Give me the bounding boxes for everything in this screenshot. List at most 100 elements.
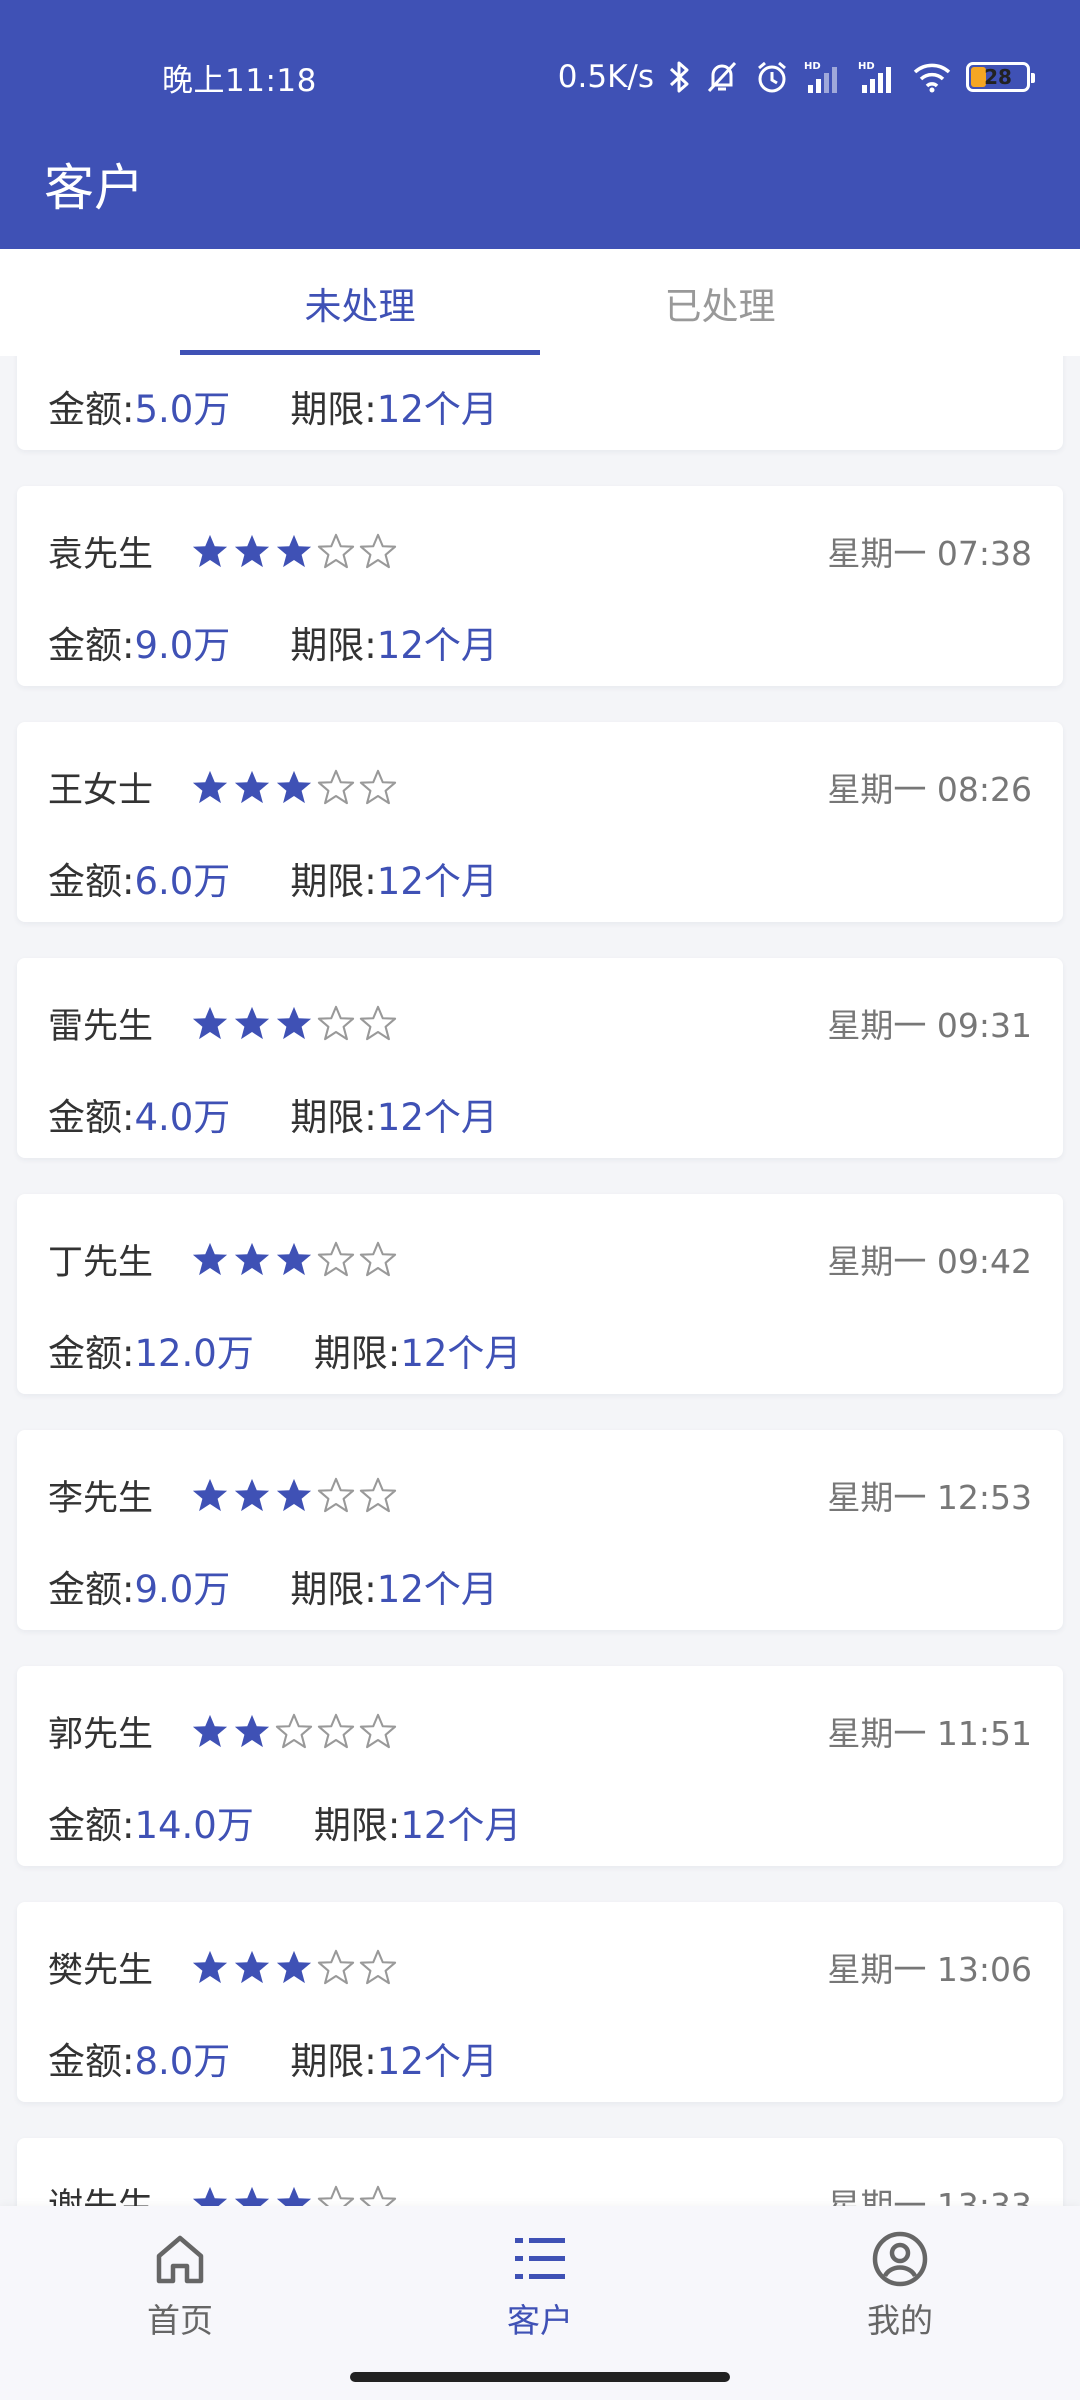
customer-detail-row: 金额: 9.0万 期限: 12个月 [48,614,1032,670]
term-label: 期限: [290,1096,377,1139]
status-icons: 0.5K/s HD HD 28 [557,55,1035,99]
nav-customers[interactable]: 客户 [440,2230,640,2360]
term-label: 期限: [313,1332,401,1375]
star-filled-icon [189,1002,231,1044]
term-value: 12个月 [376,1568,498,1611]
term-value: 12个月 [376,860,498,903]
star-empty-icon [357,1238,399,1280]
star-filled-icon [231,1710,273,1752]
star-empty-icon [357,1002,399,1044]
customer-detail-row: 金额: 4.0万 期限: 12个月 [48,1086,1032,1142]
battery-level: 28 [984,65,1012,89]
customer-card[interactable]: 袁先生 星期一 07:38 金额: 9.0万 期限: 12个月 [17,486,1063,686]
customer-detail-row: 金额: 12.0万 期限: 12个月 [48,1322,1032,1378]
mute-icon [704,59,740,95]
customer-time: 星期一 09:31 [827,1006,1032,1045]
customer-name: 郭先生 [48,1714,154,1755]
customer-card[interactable]: 李先生 星期一 12:53 金额: 9.0万 期限: 12个月 [17,1430,1063,1630]
rating-stars [189,766,399,808]
net-speed: 0.5K/s [557,59,654,95]
star-filled-icon [231,766,273,808]
star-empty-icon [315,766,357,808]
term-value: 12个月 [376,624,498,667]
star-filled-icon [189,1238,231,1280]
tab-processed[interactable]: 已处理 [540,249,900,356]
rating-stars [189,1238,399,1280]
star-filled-icon [189,2182,231,2206]
amount-label: 金额: [48,388,135,431]
nav-home-label: 首页 [147,2301,213,2340]
customer-card[interactable]: 郭先生 星期一 11:51 金额: 14.0万 期限: 12个月 [17,1666,1063,1866]
customer-card[interactable]: 雷先生 星期一 09:31 金额: 4.0万 期限: 12个月 [17,958,1063,1158]
star-empty-icon [315,1474,357,1516]
rating-stars [189,1946,399,1988]
customer-time: 星期一 09:42 [827,1242,1032,1281]
customer-name: 樊先生 [48,1950,154,1991]
term-label: 期限: [290,860,377,903]
amount-value: 14.0万 [134,1804,254,1847]
customer-header-row: 樊先生 星期一 13:06 [48,1942,1032,1992]
rating-stars [189,530,399,572]
customer-time: 星期一 12:53 [827,1478,1032,1517]
customer-header-row: 李先生 星期一 12:53 [48,1470,1032,1520]
star-filled-icon [231,530,273,572]
alarm-icon [754,59,790,95]
customer-name: 谢先生 [48,2178,153,2207]
customer-header-row: 袁先生 星期一 07:38 [48,526,1032,576]
customer-time: 星期一 13:33 [827,2186,1032,2206]
tab-unprocessed[interactable]: 未处理 [180,249,540,356]
customer-card[interactable]: 丁先生 星期一 09:42 金额: 12.0万 期限: 12个月 [17,1194,1063,1394]
customer-card[interactable]: 金额: 5.0万 期限: 12个月 [17,356,1063,450]
customer-header-row: 谢先生 星期一 13:33 [48,2178,1032,2206]
star-empty-icon [273,1710,315,1752]
customer-card[interactable]: 谢先生 星期一 13:33 [17,2138,1063,2206]
star-filled-icon [273,2182,315,2206]
rating-stars [189,1002,399,1044]
amount-label: 金额: [48,1804,135,1847]
customer-time: 星期一 07:38 [827,534,1032,573]
customer-time: 星期一 08:26 [827,770,1032,809]
star-empty-icon [357,1946,399,1988]
nav-mine[interactable]: 我的 [800,2230,1000,2360]
term-label: 期限: [290,1568,377,1611]
profile-icon [871,2230,929,2288]
customer-card[interactable]: 王女士 星期一 08:26 金额: 6.0万 期限: 12个月 [17,722,1063,922]
customer-list[interactable]: 金额: 5.0万 期限: 12个月袁先生 星期一 07:38 金额: 9.0万 期限: … [0,356,1080,2206]
customer-name: 丁先生 [48,1242,154,1283]
customer-header-row: 郭先生 星期一 11:51 [48,1706,1032,1756]
amount-value: 8.0万 [134,2040,231,2083]
star-filled-icon [189,1474,231,1516]
amount-value: 6.0万 [134,860,231,903]
wifi-icon [912,60,952,94]
amount-label: 金额: [48,1568,135,1611]
customer-card[interactable]: 樊先生 星期一 13:06 金额: 8.0万 期限: 12个月 [17,1902,1063,2102]
svg-text:HD: HD [804,61,821,72]
star-empty-icon [357,1474,399,1516]
amount-value: 9.0万 [134,1568,231,1611]
rating-stars [189,2182,399,2206]
star-filled-icon [273,766,315,808]
star-empty-icon [315,1002,357,1044]
amount-value: 12.0万 [134,1332,254,1375]
customer-name: 袁先生 [48,534,154,575]
nav-home[interactable]: 首页 [80,2230,280,2360]
signal-hd-icon: HD [804,59,844,95]
rating-stars [189,1474,399,1516]
star-filled-icon [231,1238,273,1280]
star-empty-icon [315,1946,357,1988]
customer-detail-row: 金额: 9.0万 期限: 12个月 [48,1558,1032,1614]
battery-icon: 28 [966,62,1035,92]
bluetooth-icon [668,60,690,94]
rating-stars [189,1710,399,1752]
amount-value: 9.0万 [134,624,231,667]
customer-detail-row: 金额: 8.0万 期限: 12个月 [48,2030,1032,2086]
star-filled-icon [189,530,231,572]
star-filled-icon [273,530,315,572]
star-filled-icon [189,1946,231,1988]
term-value: 12个月 [376,2040,498,2083]
tab-indicator [180,350,540,355]
bottom-nav: 首页 客户 我的 [0,2206,1080,2400]
customer-time: 星期一 13:06 [827,1950,1032,1989]
star-empty-icon [357,766,399,808]
customer-name: 王女士 [48,770,154,811]
